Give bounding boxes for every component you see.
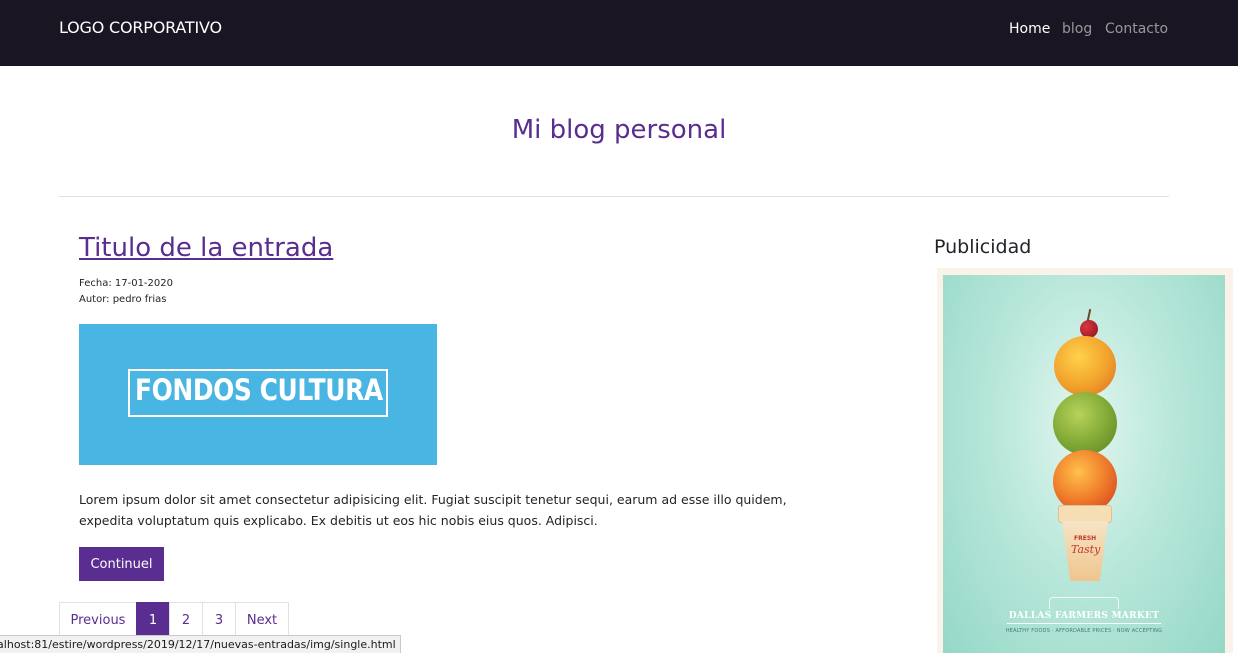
peach-shape <box>1054 336 1116 396</box>
cone-rim <box>1058 505 1112 523</box>
image-logo-text: FONDOS CULTURA <box>135 373 383 407</box>
post-featured-image: FONDOS CULTURA <box>79 324 437 465</box>
top-navbar: LOGO CORPORATIVO Home blog Contacto <box>0 0 1238 66</box>
pagination-previous[interactable]: Previous <box>59 602 137 638</box>
pagination-next[interactable]: Next <box>235 602 289 638</box>
nav-link-blog[interactable]: blog <box>1062 21 1092 37</box>
nav-link-contacto[interactable]: Contacto <box>1105 21 1168 37</box>
barn-icon <box>1049 597 1119 609</box>
sidebar-title: Publicidad <box>934 236 1032 258</box>
ad-brand-underline <box>1007 623 1161 624</box>
continue-button[interactable]: Continuel <box>79 547 164 581</box>
nav-link-home[interactable]: Home <box>1009 21 1050 37</box>
pagination-page-3[interactable]: 3 <box>202 602 236 638</box>
pagination: Previous 1 2 3 Next <box>59 602 289 638</box>
post-excerpt: Lorem ipsum dolor sit amet consectetur a… <box>79 492 787 528</box>
status-url: calhost:81/estire/wordpress/2019/12/17/n… <box>0 638 396 651</box>
browser-status-bar: calhost:81/estire/wordpress/2019/12/17/n… <box>0 635 401 653</box>
green-apple-shape <box>1053 392 1117 455</box>
cone-label-fresh: FRESH <box>1074 535 1097 542</box>
advertisement-banner[interactable]: FRESH Tasty DALLAS FARMERS MARKET HEALTH… <box>937 268 1233 653</box>
red-apple-shape <box>1053 450 1117 513</box>
header-divider <box>59 196 1169 197</box>
post-title-link[interactable]: Titulo de la entrada <box>79 233 333 263</box>
brand-logo-link[interactable]: LOGO CORPORATIVO <box>59 18 222 37</box>
pagination-page-2[interactable]: 2 <box>169 602 203 638</box>
image-frame-corner <box>382 369 388 417</box>
post-date: Fecha: 17-01-2020 <box>79 278 173 289</box>
pagination-page-1[interactable]: 1 <box>136 602 170 638</box>
cone-label-tasty: Tasty <box>1071 543 1101 556</box>
ad-brand-name: DALLAS FARMERS MARKET <box>1008 611 1160 621</box>
page-title: Mi blog personal <box>511 115 727 145</box>
ad-poster: FRESH Tasty DALLAS FARMERS MARKET HEALTH… <box>943 275 1225 653</box>
ad-tagline: HEALTHY FOODS · AFFORDABLE PRICES · NOW … <box>1005 628 1163 634</box>
post-author: Autor: pedro frias <box>79 294 167 305</box>
